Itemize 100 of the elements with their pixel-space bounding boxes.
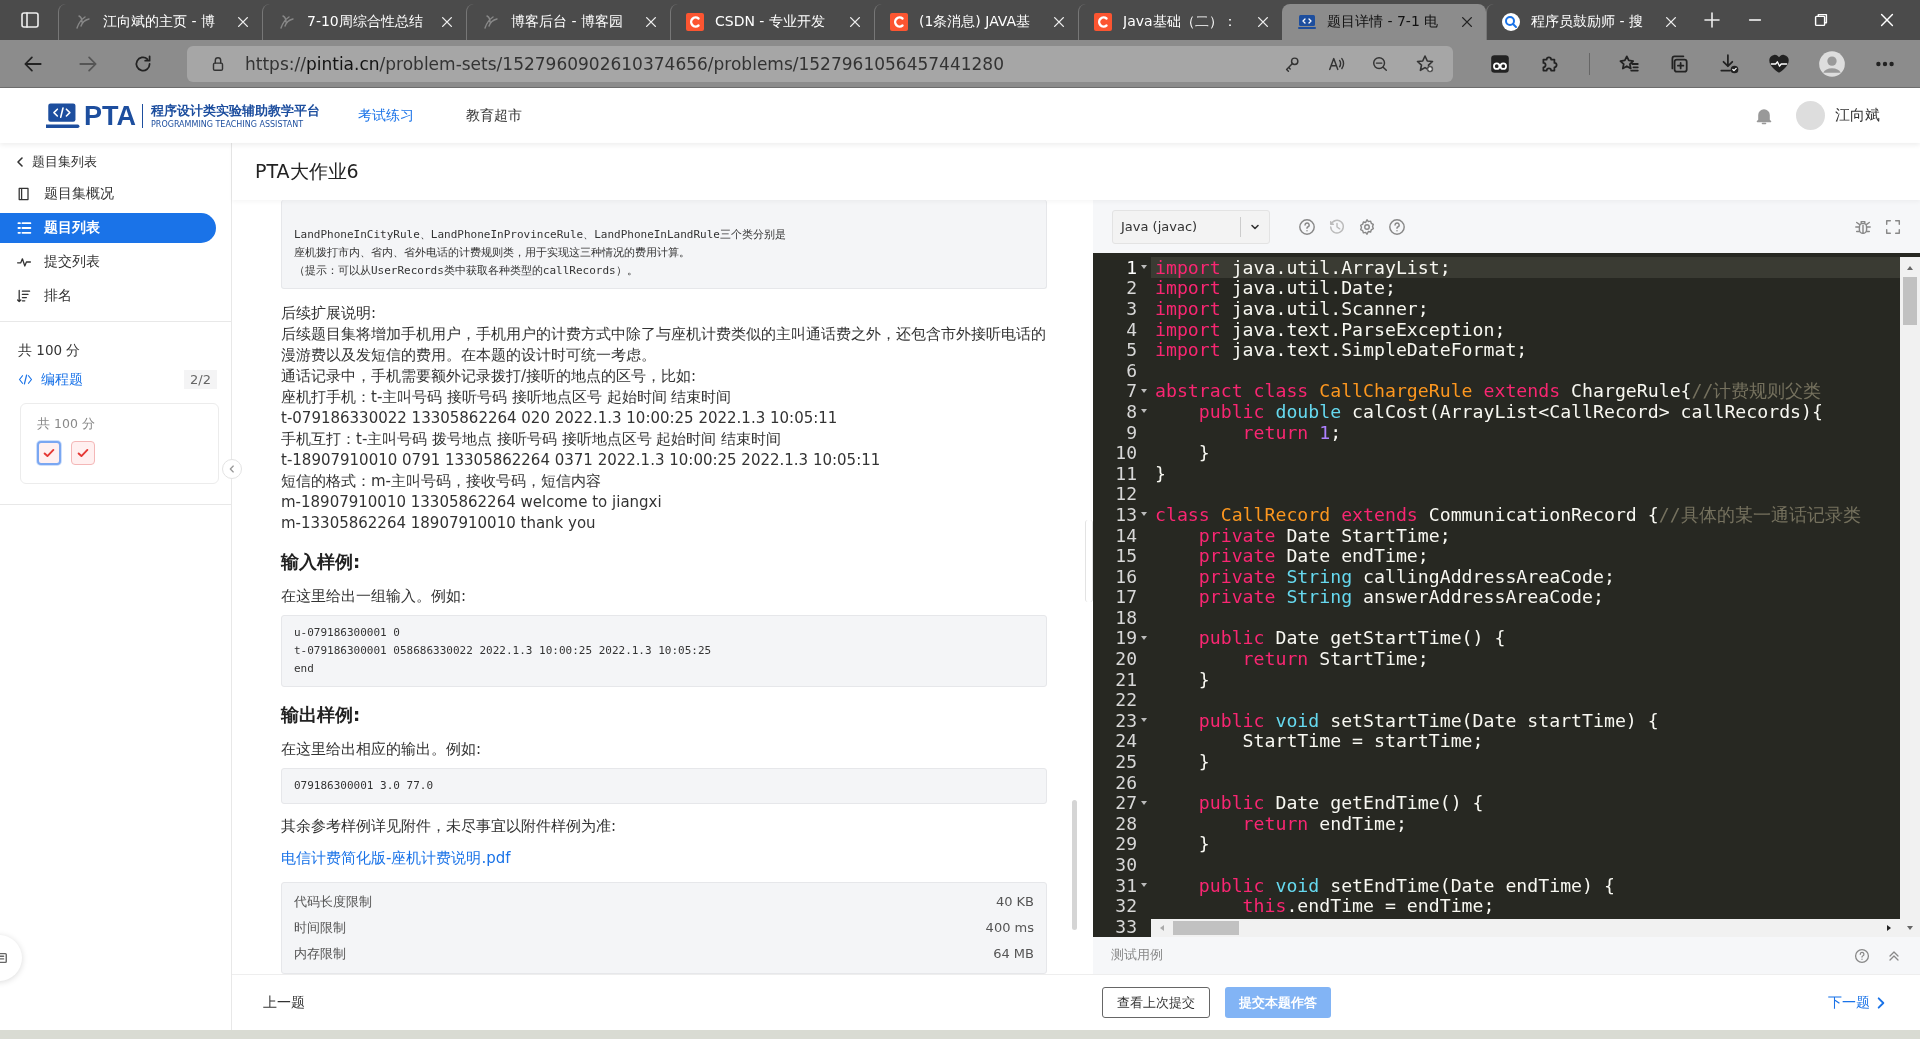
code-line: import java.text.ParseException; bbox=[1155, 318, 1506, 340]
paragraph-text: t-079186330022 13305862264 020 2022.1.3 10:00:25 2022.1.3 10:05:11 bbox=[281, 408, 839, 429]
limit-value: 400 ms bbox=[985, 919, 1034, 937]
help-icon[interactable] bbox=[1298, 217, 1316, 236]
code-window-icon bbox=[1297, 12, 1317, 32]
section-heading: 输出样例: bbox=[281, 703, 362, 727]
line-number: 11 bbox=[1115, 462, 1137, 484]
limit-label: 代码长度限制 bbox=[294, 893, 372, 911]
code-line: private String callingAddressAreaCode; bbox=[1197, 565, 1615, 587]
code-sample: u-079186300001 0 t-079186300001 058686330022 2022.1.3 10:00:25 2022.1.3 10:05:25 end bbox=[281, 615, 1047, 687]
horizontal-scrollbar[interactable] bbox=[1151, 919, 1900, 937]
sidebar-item[interactable]: 题目列表 bbox=[0, 213, 216, 243]
line-number: 23 bbox=[1115, 709, 1137, 731]
score-total: 共 100 分 bbox=[17, 341, 82, 360]
sidebar-item[interactable]: 题目集概况 bbox=[0, 179, 216, 209]
browser-tab[interactable]: 题目详情 - 7-1 电 bbox=[1282, 4, 1486, 40]
settings-icon[interactable] bbox=[1358, 217, 1376, 236]
platform-name: 程序设计类实验辅助教学平台 bbox=[151, 102, 320, 120]
code-line: public Date getEndTime() { bbox=[1197, 792, 1484, 814]
fold-triangle-icon[interactable] bbox=[1140, 386, 1148, 395]
user-name[interactable]: 江向斌 bbox=[1835, 106, 1880, 125]
address-bar[interactable]: https://pintia.cn/problem-sets/1527960902610374656/problems/1527961056457441280 bbox=[187, 45, 1453, 82]
paragraph-text: 手机互打：t-主叫号码 拨号地点 接听号码 接听地点区号 起始时间 结束时间 bbox=[281, 429, 783, 450]
heart-pulse-icon[interactable] bbox=[1768, 52, 1790, 75]
scrollbar-thumb[interactable] bbox=[1072, 800, 1077, 930]
line-number: 8 bbox=[1126, 400, 1137, 422]
help-icon[interactable] bbox=[1388, 217, 1406, 236]
vertical-scrollbar[interactable] bbox=[1900, 257, 1920, 937]
line-number: 14 bbox=[1115, 524, 1137, 546]
line-number: 33 bbox=[1115, 915, 1137, 937]
c-logo-icon bbox=[889, 12, 909, 32]
paragraph-text: 后续扩展说明: bbox=[281, 303, 378, 324]
glasses-icon[interactable] bbox=[1489, 52, 1511, 75]
list-icon bbox=[16, 220, 32, 236]
zoom-out-icon[interactable] bbox=[1371, 54, 1389, 73]
fold-triangle-icon[interactable] bbox=[1140, 798, 1148, 807]
scrollbar-thumb[interactable] bbox=[1173, 921, 1239, 935]
line-number: 4 bbox=[1126, 318, 1137, 340]
paragraph-text: 在这里给出相应的输出。例如: bbox=[281, 739, 483, 760]
code-line: private Date endTime; bbox=[1197, 545, 1429, 567]
nav-link[interactable]: 教育超市 bbox=[466, 106, 522, 125]
limit-value: 40 KB bbox=[995, 893, 1034, 911]
code-sample: LandPhoneInCityRule、LandPhoneInProvinceRule、LandPhoneInLandRule三个类分别是 座机拨打市内、省内、省外电话的计费规则类，用于实现这三种情况的费用计算。 （提示：可以从UserRecords类中获取各种类型的callRecords）。 bbox=[281, 200, 1047, 289]
code-line: } bbox=[1197, 442, 1210, 464]
count-badge: 2/2 bbox=[184, 370, 217, 389]
code-line: import java.util.ArrayList; bbox=[1155, 256, 1451, 278]
code-line: public void setEndTime(Date endTime) { bbox=[1197, 874, 1615, 896]
code-line: public void setStartTime(Date startTime) { bbox=[1197, 709, 1659, 731]
help-icon[interactable] bbox=[1854, 947, 1870, 964]
logo-text: PTA bbox=[84, 103, 143, 128]
next-link[interactable]: 下一题 bbox=[1828, 993, 1888, 1012]
c-logo-icon bbox=[1093, 12, 1113, 32]
chevron-left-icon bbox=[227, 464, 237, 474]
new-tab-icon[interactable] bbox=[1702, 10, 1722, 30]
code-line: } bbox=[1197, 751, 1210, 773]
sidebar-item[interactable]: 提交列表 bbox=[0, 247, 216, 277]
line-number: 15 bbox=[1115, 545, 1137, 567]
code-line: this.endTime = endTime; bbox=[1242, 895, 1495, 917]
scrollbar-thumb[interactable] bbox=[1903, 277, 1917, 325]
nav-link[interactable]: 考试练习 bbox=[358, 106, 414, 125]
line-number: 9 bbox=[1126, 421, 1137, 443]
code-brackets-icon bbox=[18, 372, 33, 387]
close-icon[interactable] bbox=[1460, 15, 1474, 29]
previous-link[interactable]: 上一题 bbox=[263, 993, 305, 1012]
problem-title: PTA大作业6 bbox=[255, 158, 359, 184]
language-select[interactable]: Java (javac) bbox=[1112, 209, 1270, 244]
line-number: 24 bbox=[1115, 730, 1137, 752]
line-number: 29 bbox=[1115, 833, 1137, 855]
code-sample: 079186300001 3.0 77.0 bbox=[281, 768, 1047, 804]
download-icon[interactable] bbox=[1718, 52, 1740, 75]
restore-icon[interactable] bbox=[1812, 11, 1830, 29]
testcase-label: 测试用例 bbox=[1111, 947, 1163, 964]
limit-label: 时间限制 bbox=[294, 919, 346, 937]
overview-icon bbox=[16, 186, 32, 202]
attachment-link[interactable]: 电信计费简化版-座机计费说明.pdf bbox=[281, 849, 511, 868]
line-number: 3 bbox=[1126, 298, 1137, 319]
paragraph-text: 后续题目集将增加手机用户，手机用户的计费方式中除了与座机计费类似的主叫通话费之外，还包含市外接听电话的漫游费以及发短信的费用。在本题的设计时可统一考虑。 bbox=[281, 324, 1047, 366]
category-link[interactable]: 编程题 bbox=[18, 370, 83, 389]
line-number: 12 bbox=[1115, 483, 1137, 505]
url-text: https://pintia.cn/problem-sets/1527960902610374656/problems/1527961056457441280 bbox=[245, 53, 1004, 74]
code-line: } bbox=[1197, 668, 1210, 690]
problem-status-button[interactable] bbox=[37, 441, 61, 465]
code-line: import java.text.SimpleDateFormat; bbox=[1155, 339, 1528, 361]
view-last-submission-button[interactable]: 查看上次提交 bbox=[1102, 987, 1210, 1018]
favorite-add-icon[interactable] bbox=[1415, 53, 1435, 74]
limit-value: 64 MB bbox=[993, 945, 1034, 963]
tab-actions-icon[interactable] bbox=[20, 10, 40, 30]
back-link[interactable]: 题目集列表 bbox=[0, 149, 231, 175]
paragraph-text: 通话记录中，手机需要额外记录拨打/接听的地点的区号，比如: bbox=[281, 366, 698, 387]
key-icon[interactable] bbox=[1283, 54, 1301, 73]
code-line: return endTime; bbox=[1242, 812, 1407, 834]
chevron-left-icon bbox=[14, 156, 26, 168]
sidebar-item[interactable]: 排名 bbox=[0, 281, 216, 311]
fullscreen-icon[interactable] bbox=[1884, 217, 1902, 236]
code-line: private String answerAddressAreaCode; bbox=[1197, 586, 1604, 608]
fold-triangle-icon[interactable] bbox=[1140, 634, 1148, 642]
problem-status-button[interactable] bbox=[71, 441, 95, 465]
checkmark-icon bbox=[42, 446, 56, 460]
resize-handle[interactable] bbox=[1085, 520, 1093, 602]
close-icon[interactable] bbox=[1878, 11, 1896, 29]
